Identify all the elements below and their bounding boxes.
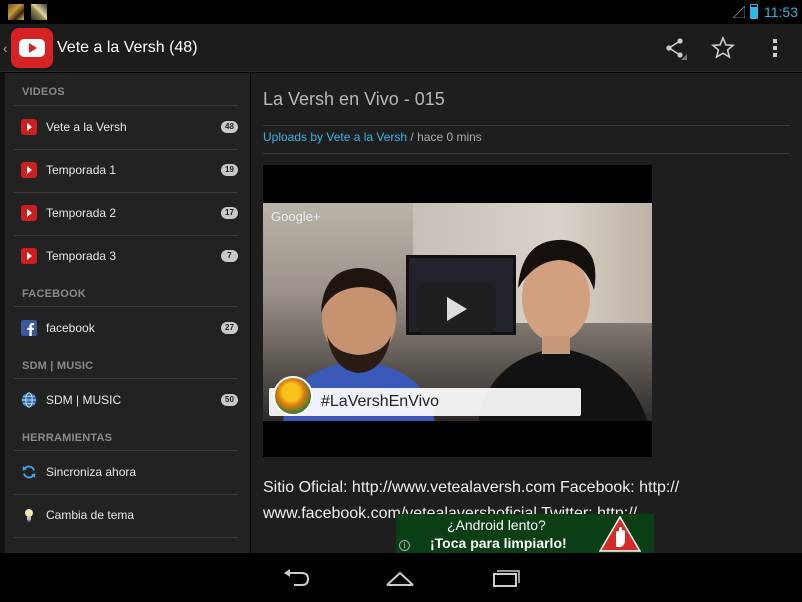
youtube-icon <box>21 119 37 135</box>
count-badge: 7 <box>221 250 238 262</box>
sidebar-item-label: SDM | MUSIC <box>46 393 122 407</box>
show-logo-icon <box>273 376 313 416</box>
sidebar-header-herramientas: HERRAMIENTAS <box>22 432 113 444</box>
overflow-menu-icon[interactable] <box>763 36 787 60</box>
app-notification-icon[interactable] <box>8 4 24 20</box>
ad-info-icon[interactable]: i <box>399 540 410 551</box>
youtube-icon <box>21 205 37 221</box>
video-thumbnail: Google+ #LaVershEnVivo <box>263 203 652 421</box>
count-badge: 48 <box>221 121 238 133</box>
page-title: Vete a la Versh (48) <box>57 39 198 56</box>
sync-icon <box>22 465 36 479</box>
count-badge: 17 <box>221 207 238 219</box>
youtube-icon <box>21 248 37 264</box>
count-badge: 27 <box>221 322 238 334</box>
timestamp: / hace 0 mins <box>407 130 482 144</box>
sidebar-item-vete-a-la-versh[interactable]: Vete a la Versh 48 <box>14 106 238 148</box>
navigation-bar <box>0 553 802 602</box>
facebook-icon <box>21 320 37 336</box>
sidebar-item-label: Cambia de tema <box>46 508 135 522</box>
ad-banner[interactable]: ¿Android lento? ¡Toca para limpiarlo! i <box>396 514 654 553</box>
sidebar-item-sdm-music[interactable]: SDM | MUSIC 50 <box>14 379 238 421</box>
ad-headline: ¿Android lento? <box>447 517 546 533</box>
star-icon[interactable] <box>711 36 735 60</box>
description-line: Sitio Oficial: http://www.vetealaversh.c… <box>263 479 680 496</box>
signal-icon <box>733 6 745 18</box>
source-link[interactable]: Uploads by Vete a la Versh <box>263 130 407 144</box>
youtube-icon <box>21 162 37 178</box>
count-badge: 19 <box>221 164 238 176</box>
sidebar-item-facebook[interactable]: facebook 27 <box>14 307 238 349</box>
status-bar: 11:53 <box>0 0 802 24</box>
gallery-notification-icon[interactable] <box>31 4 47 20</box>
sidebar-item-label: Temporada 1 <box>46 163 117 177</box>
home-nav-icon[interactable] <box>385 565 415 589</box>
sidebar-item-temporada-2[interactable]: Temporada 2 17 <box>14 192 238 234</box>
share-icon[interactable] <box>663 36 687 60</box>
article-meta: Uploads by Vete a la Versh / hace 0 mins <box>263 130 482 144</box>
divider <box>14 537 238 538</box>
clock: 11:53 <box>764 4 798 20</box>
sidebar-header-facebook: FACEBOOK <box>22 288 86 300</box>
chevron-left-icon[interactable]: ‹ <box>3 40 8 56</box>
globe-icon <box>21 392 37 408</box>
hashtag-banner: #LaVershEnVivo <box>269 376 581 416</box>
article-view: La Versh en Vivo - 015 Uploads by Vete a… <box>251 73 802 553</box>
video-player[interactable]: Google+ #LaVershEnVivo <box>263 165 652 457</box>
play-icon[interactable] <box>416 283 496 335</box>
sidebar-item-label: facebook <box>46 321 95 335</box>
hashtag-label: #LaVershEnVivo <box>321 393 440 410</box>
google-plus-watermark: Google+ <box>271 209 321 224</box>
ad-call-to-action: ¡Toca para limpiarlo! <box>430 535 567 551</box>
battery-icon <box>750 4 758 19</box>
stop-hand-icon <box>599 516 641 552</box>
sidebar-item-label: Temporada 3 <box>46 249 117 263</box>
sidebar-item-label: Sincroniza ahora <box>46 465 137 479</box>
divider <box>263 125 790 126</box>
youtube-logo-icon[interactable] <box>11 28 53 68</box>
sidebar-header-sdm-music: SDM | MUSIC <box>22 360 94 372</box>
sidebar-item-label: Vete a la Versh <box>46 120 127 134</box>
article-title: La Versh en Vivo - 015 <box>263 89 445 109</box>
sidebar-item-temporada-1[interactable]: Temporada 1 19 <box>14 149 238 191</box>
sidebar-item-temporada-3[interactable]: Temporada 3 7 <box>14 235 238 277</box>
count-badge: 50 <box>221 394 238 406</box>
divider <box>263 153 790 154</box>
sidebar-item-sincroniza-ahora[interactable]: Sincroniza ahora <box>14 451 238 493</box>
sidebar-header-videos: VIDEOS <box>22 86 65 98</box>
sidebar: VIDEOS Vete a la Versh 48 Temporada 1 19… <box>0 73 250 553</box>
back-nav-icon[interactable] <box>282 565 312 589</box>
sidebar-item-cambia-de-tema[interactable]: Cambia de tema <box>14 494 238 536</box>
lightbulb-icon <box>25 509 33 522</box>
sidebar-item-label: Temporada 2 <box>46 206 117 220</box>
action-bar: ‹ Vete a la Versh (48) <box>0 24 802 72</box>
recent-apps-icon[interactable] <box>491 565 521 589</box>
